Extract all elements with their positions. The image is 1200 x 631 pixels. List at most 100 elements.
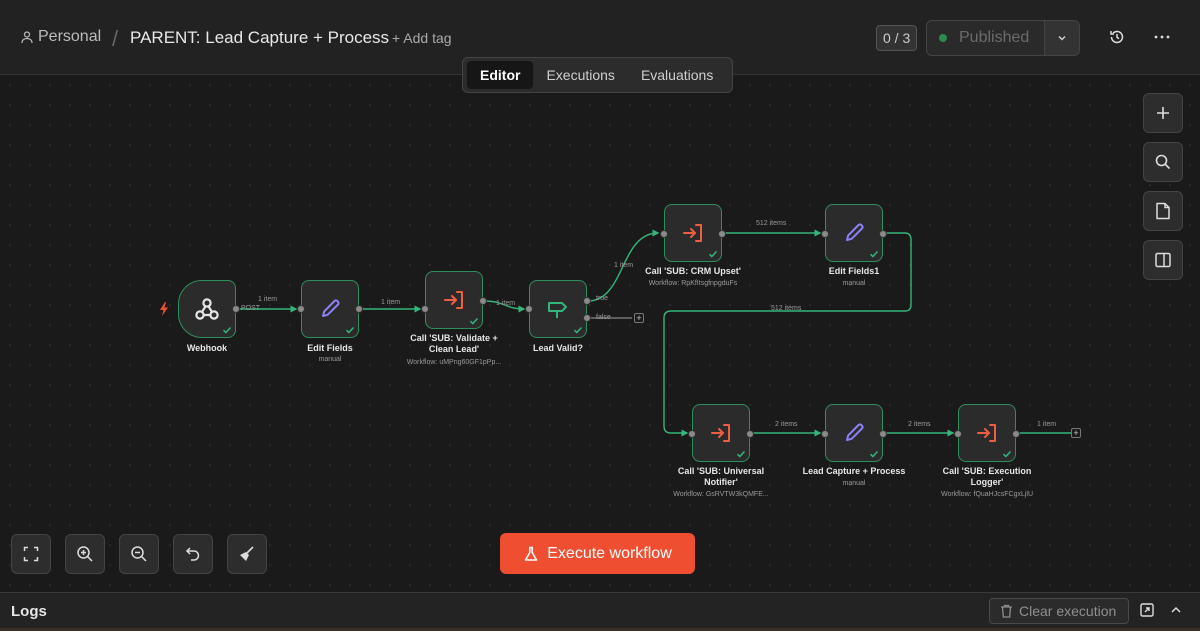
node-call-execution-logger[interactable] xyxy=(954,404,1020,462)
check-icon xyxy=(573,326,583,334)
sub-workflow-icon xyxy=(711,424,730,442)
trash-icon xyxy=(1001,604,1012,618)
chevron-up-icon[interactable] xyxy=(1168,602,1184,618)
execute-label: Execute workflow xyxy=(547,544,672,562)
connection-label: 1 item xyxy=(496,300,516,307)
logs-title[interactable]: Logs xyxy=(11,603,47,620)
toggle-panel-button[interactable] xyxy=(1143,240,1183,280)
fit-view-icon xyxy=(23,546,39,562)
output-port-true[interactable] xyxy=(583,297,591,305)
input-port[interactable] xyxy=(821,430,829,438)
sticky-note-button[interactable] xyxy=(1143,191,1183,231)
branch-false-label: false xyxy=(596,314,611,321)
connection-label: 2 items xyxy=(908,421,931,428)
node-call-validate[interactable] xyxy=(421,271,487,329)
zoom-in-icon xyxy=(77,546,93,562)
more-options-icon[interactable] xyxy=(1153,28,1171,46)
sub-workflow-icon xyxy=(977,424,996,442)
node-title: Webhook xyxy=(186,343,228,353)
publish-button[interactable]: Published xyxy=(927,21,1044,55)
pencil-icon xyxy=(846,423,864,441)
undo-button[interactable] xyxy=(173,534,213,574)
clear-execution-button[interactable]: Clear execution xyxy=(989,598,1129,624)
trigger-bolt-icon xyxy=(160,302,168,316)
output-port-false[interactable] xyxy=(583,314,591,322)
connection-label: 512 items xyxy=(771,305,802,312)
add-node-after-logger[interactable]: + xyxy=(1071,428,1081,438)
workflow-canvas[interactable] xyxy=(0,75,1200,592)
node-if-lead-valid[interactable] xyxy=(525,280,591,338)
output-port[interactable] xyxy=(479,297,487,305)
add-node-button[interactable] xyxy=(1143,93,1183,133)
node-title: Edit Fields1 xyxy=(828,266,880,276)
add-node-false-branch[interactable]: + xyxy=(634,313,644,323)
input-port[interactable] xyxy=(954,430,962,438)
input-port[interactable] xyxy=(660,230,668,238)
workflow-title[interactable]: PARENT: Lead Capture + Process xyxy=(130,28,389,48)
input-port[interactable] xyxy=(297,305,305,313)
version-counter: 0 / 3 xyxy=(876,25,918,51)
branch-true-label: true xyxy=(596,295,609,302)
webhook-icon xyxy=(195,298,219,320)
tidy-up-button[interactable] xyxy=(227,534,267,574)
node-edit-fields[interactable] xyxy=(297,280,363,338)
output-port[interactable] xyxy=(879,430,887,438)
fit-view-button[interactable] xyxy=(11,534,51,574)
breadcrumb-separator: / xyxy=(112,26,119,51)
output-port[interactable] xyxy=(1012,430,1020,438)
broom-icon xyxy=(240,546,254,561)
output-port[interactable] xyxy=(746,430,754,438)
connection-label: 1 item xyxy=(1037,421,1057,428)
node-lead-capture-process[interactable] xyxy=(821,404,887,462)
search-nodes-button[interactable] xyxy=(1143,142,1183,182)
node-subtitle: manual xyxy=(842,280,866,287)
node-webhook[interactable] xyxy=(178,280,240,338)
pop-out-icon[interactable] xyxy=(1139,602,1155,618)
add-tag-button[interactable]: + Add tag xyxy=(392,30,452,46)
pencil-icon xyxy=(322,299,340,317)
breadcrumb-project[interactable]: Personal xyxy=(20,28,101,46)
note-icon xyxy=(1156,202,1170,220)
publish-label: Published xyxy=(959,29,1030,46)
history-icon[interactable] xyxy=(1108,28,1126,46)
node-subtitle: Workflow: RpKfItsgfnpgduFs xyxy=(648,280,738,287)
node-call-universal-notifier[interactable] xyxy=(688,404,754,462)
check-icon xyxy=(345,326,355,334)
node-title: Edit Fields xyxy=(307,343,353,353)
node-call-crm-upset[interactable] xyxy=(660,204,726,262)
clear-execution-label: Clear execution xyxy=(1019,603,1117,619)
node-title: Call 'SUB: Validate + Clean Lead' xyxy=(410,333,498,354)
node-title: Lead Capture + Process xyxy=(802,466,906,476)
output-port[interactable] xyxy=(355,305,363,313)
connection-label: 512 items xyxy=(756,220,787,227)
chevron-down-icon xyxy=(1058,35,1066,41)
tab-executions[interactable]: Executions xyxy=(533,61,627,89)
output-port[interactable] xyxy=(879,230,887,238)
node-subtitle: Workflow: GsRVTW3kQMFE... xyxy=(673,491,769,498)
output-port[interactable] xyxy=(232,305,240,313)
input-port[interactable] xyxy=(688,430,696,438)
undo-icon xyxy=(185,547,200,561)
if-icon xyxy=(548,302,567,318)
node-title: Call 'SUB: Execution Logger' xyxy=(942,466,1032,487)
node-edit-fields1[interactable] xyxy=(821,204,887,262)
status-dot xyxy=(939,34,947,42)
tab-editor[interactable]: Editor xyxy=(467,61,534,89)
input-port[interactable] xyxy=(821,230,829,238)
input-port[interactable] xyxy=(421,305,429,313)
check-icon xyxy=(708,250,718,258)
check-icon xyxy=(469,317,479,325)
zoom-in-button[interactable] xyxy=(65,534,105,574)
check-icon xyxy=(869,250,879,258)
output-port[interactable] xyxy=(718,230,726,238)
node-title: Lead Valid? xyxy=(532,343,583,353)
execute-workflow-button[interactable]: Execute workflow xyxy=(500,533,695,574)
zoom-out-button[interactable] xyxy=(119,534,159,574)
node-subtitle: manual xyxy=(842,480,866,487)
node-subtitle: Workflow: fQuaHJcsFCgxLjlU xyxy=(940,491,1034,498)
input-port[interactable] xyxy=(525,305,533,313)
publish-dropdown-button[interactable] xyxy=(1043,21,1079,55)
sub-workflow-icon xyxy=(444,291,463,309)
search-icon xyxy=(1155,154,1171,170)
tab-evaluations[interactable]: Evaluations xyxy=(628,61,726,89)
